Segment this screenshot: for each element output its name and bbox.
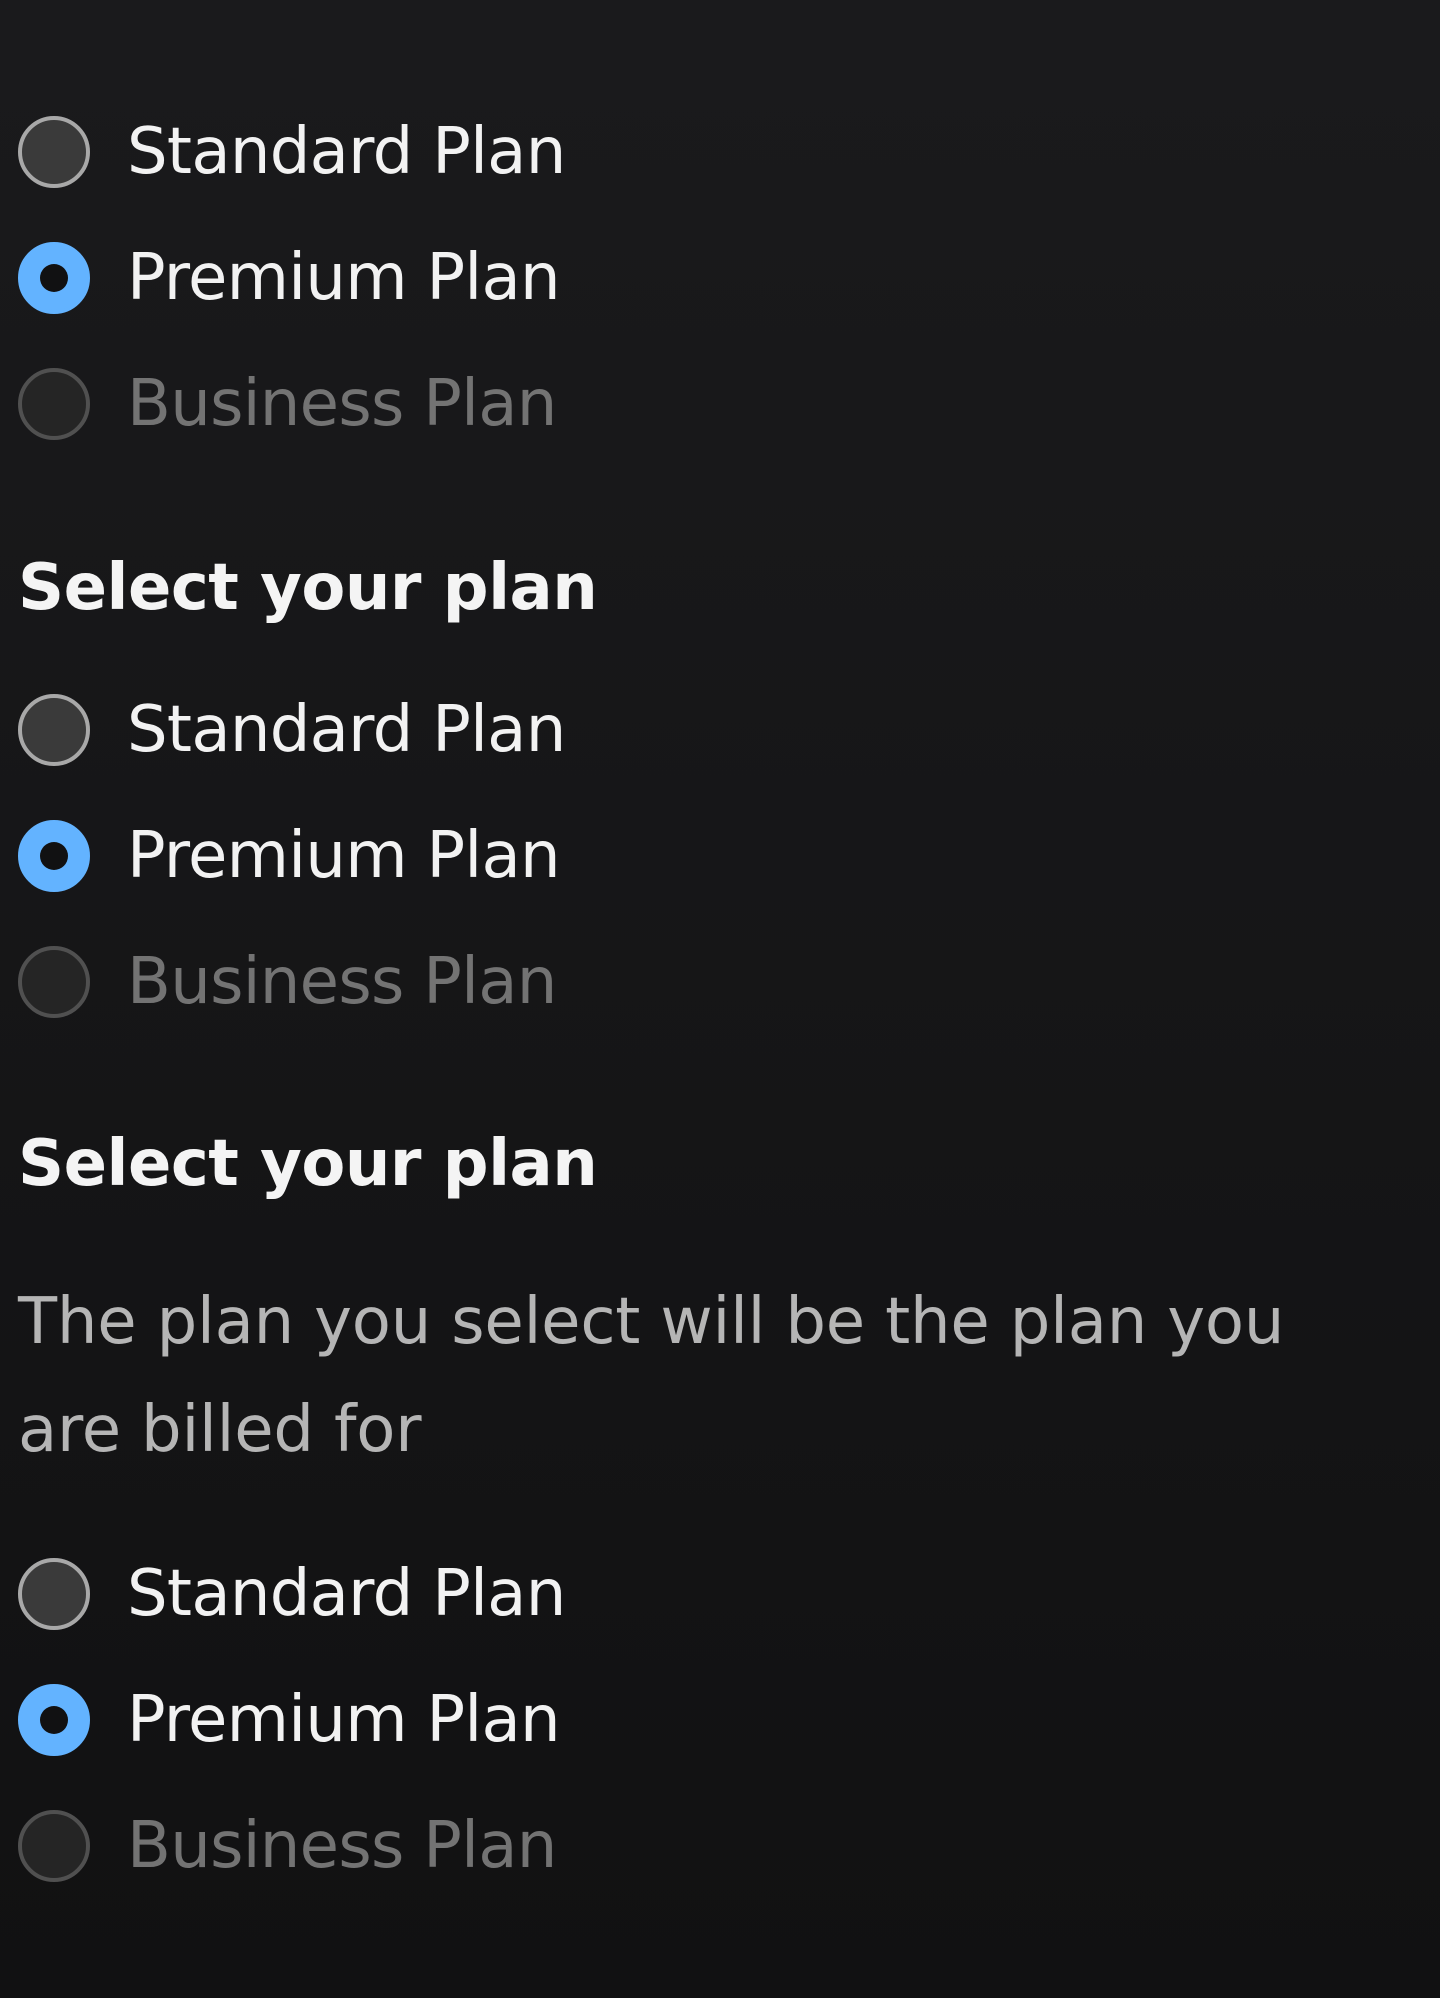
radio-option-standard-plan[interactable]: Standard Plan xyxy=(18,694,918,766)
radio-option-business-plan: Business Plan xyxy=(18,368,918,440)
radio-dot-icon xyxy=(40,842,68,870)
group-description: The plan you select will be the plan you… xyxy=(18,1285,1285,1467)
radio-label-business-plan: Business Plan xyxy=(127,1809,557,1883)
plan-options-list: Standard Plan Premium Plan Business Plan xyxy=(18,1558,918,1882)
radio-disabled-icon xyxy=(18,946,90,1018)
radio-checked-icon[interactable] xyxy=(18,242,90,314)
radio-label-business-plan: Business Plan xyxy=(127,367,557,441)
radio-label-premium-plan: Premium Plan xyxy=(127,1683,561,1757)
radio-option-premium-plan[interactable]: Premium Plan xyxy=(18,242,918,314)
radio-option-standard-plan[interactable]: Standard Plan xyxy=(18,116,918,188)
radio-disabled-icon xyxy=(18,368,90,440)
radio-option-business-plan: Business Plan xyxy=(18,1810,918,1882)
radio-label-standard-plan: Standard Plan xyxy=(127,693,566,767)
radio-label-premium-plan: Premium Plan xyxy=(127,819,561,893)
radio-label-business-plan: Business Plan xyxy=(127,945,557,1019)
radio-unchecked-icon[interactable] xyxy=(18,694,90,766)
radio-label-premium-plan: Premium Plan xyxy=(127,241,561,315)
radio-option-standard-plan[interactable]: Standard Plan xyxy=(18,1558,918,1630)
radio-checked-icon[interactable] xyxy=(18,1684,90,1756)
radio-option-premium-plan[interactable]: Premium Plan xyxy=(18,1684,918,1756)
plan-options-list: Standard Plan Premium Plan Business Plan xyxy=(18,116,918,440)
radio-option-business-plan: Business Plan xyxy=(18,946,918,1018)
radio-checked-icon[interactable] xyxy=(18,820,90,892)
plan-options-list: Standard Plan Premium Plan Business Plan xyxy=(18,694,918,1018)
radio-label-standard-plan: Standard Plan xyxy=(127,115,566,189)
group-heading: Select your plan xyxy=(18,551,598,625)
radio-dot-icon xyxy=(40,1706,68,1734)
radio-unchecked-icon[interactable] xyxy=(18,116,90,188)
radio-disabled-icon xyxy=(18,1810,90,1882)
radio-option-premium-plan[interactable]: Premium Plan xyxy=(18,820,918,892)
radio-unchecked-icon[interactable] xyxy=(18,1558,90,1630)
radio-dot-icon xyxy=(40,264,68,292)
group-heading: Select your plan xyxy=(18,1127,598,1201)
plan-selection-page: Standard Plan Premium Plan Business Plan… xyxy=(0,0,1440,1998)
radio-label-standard-plan: Standard Plan xyxy=(127,1557,566,1631)
